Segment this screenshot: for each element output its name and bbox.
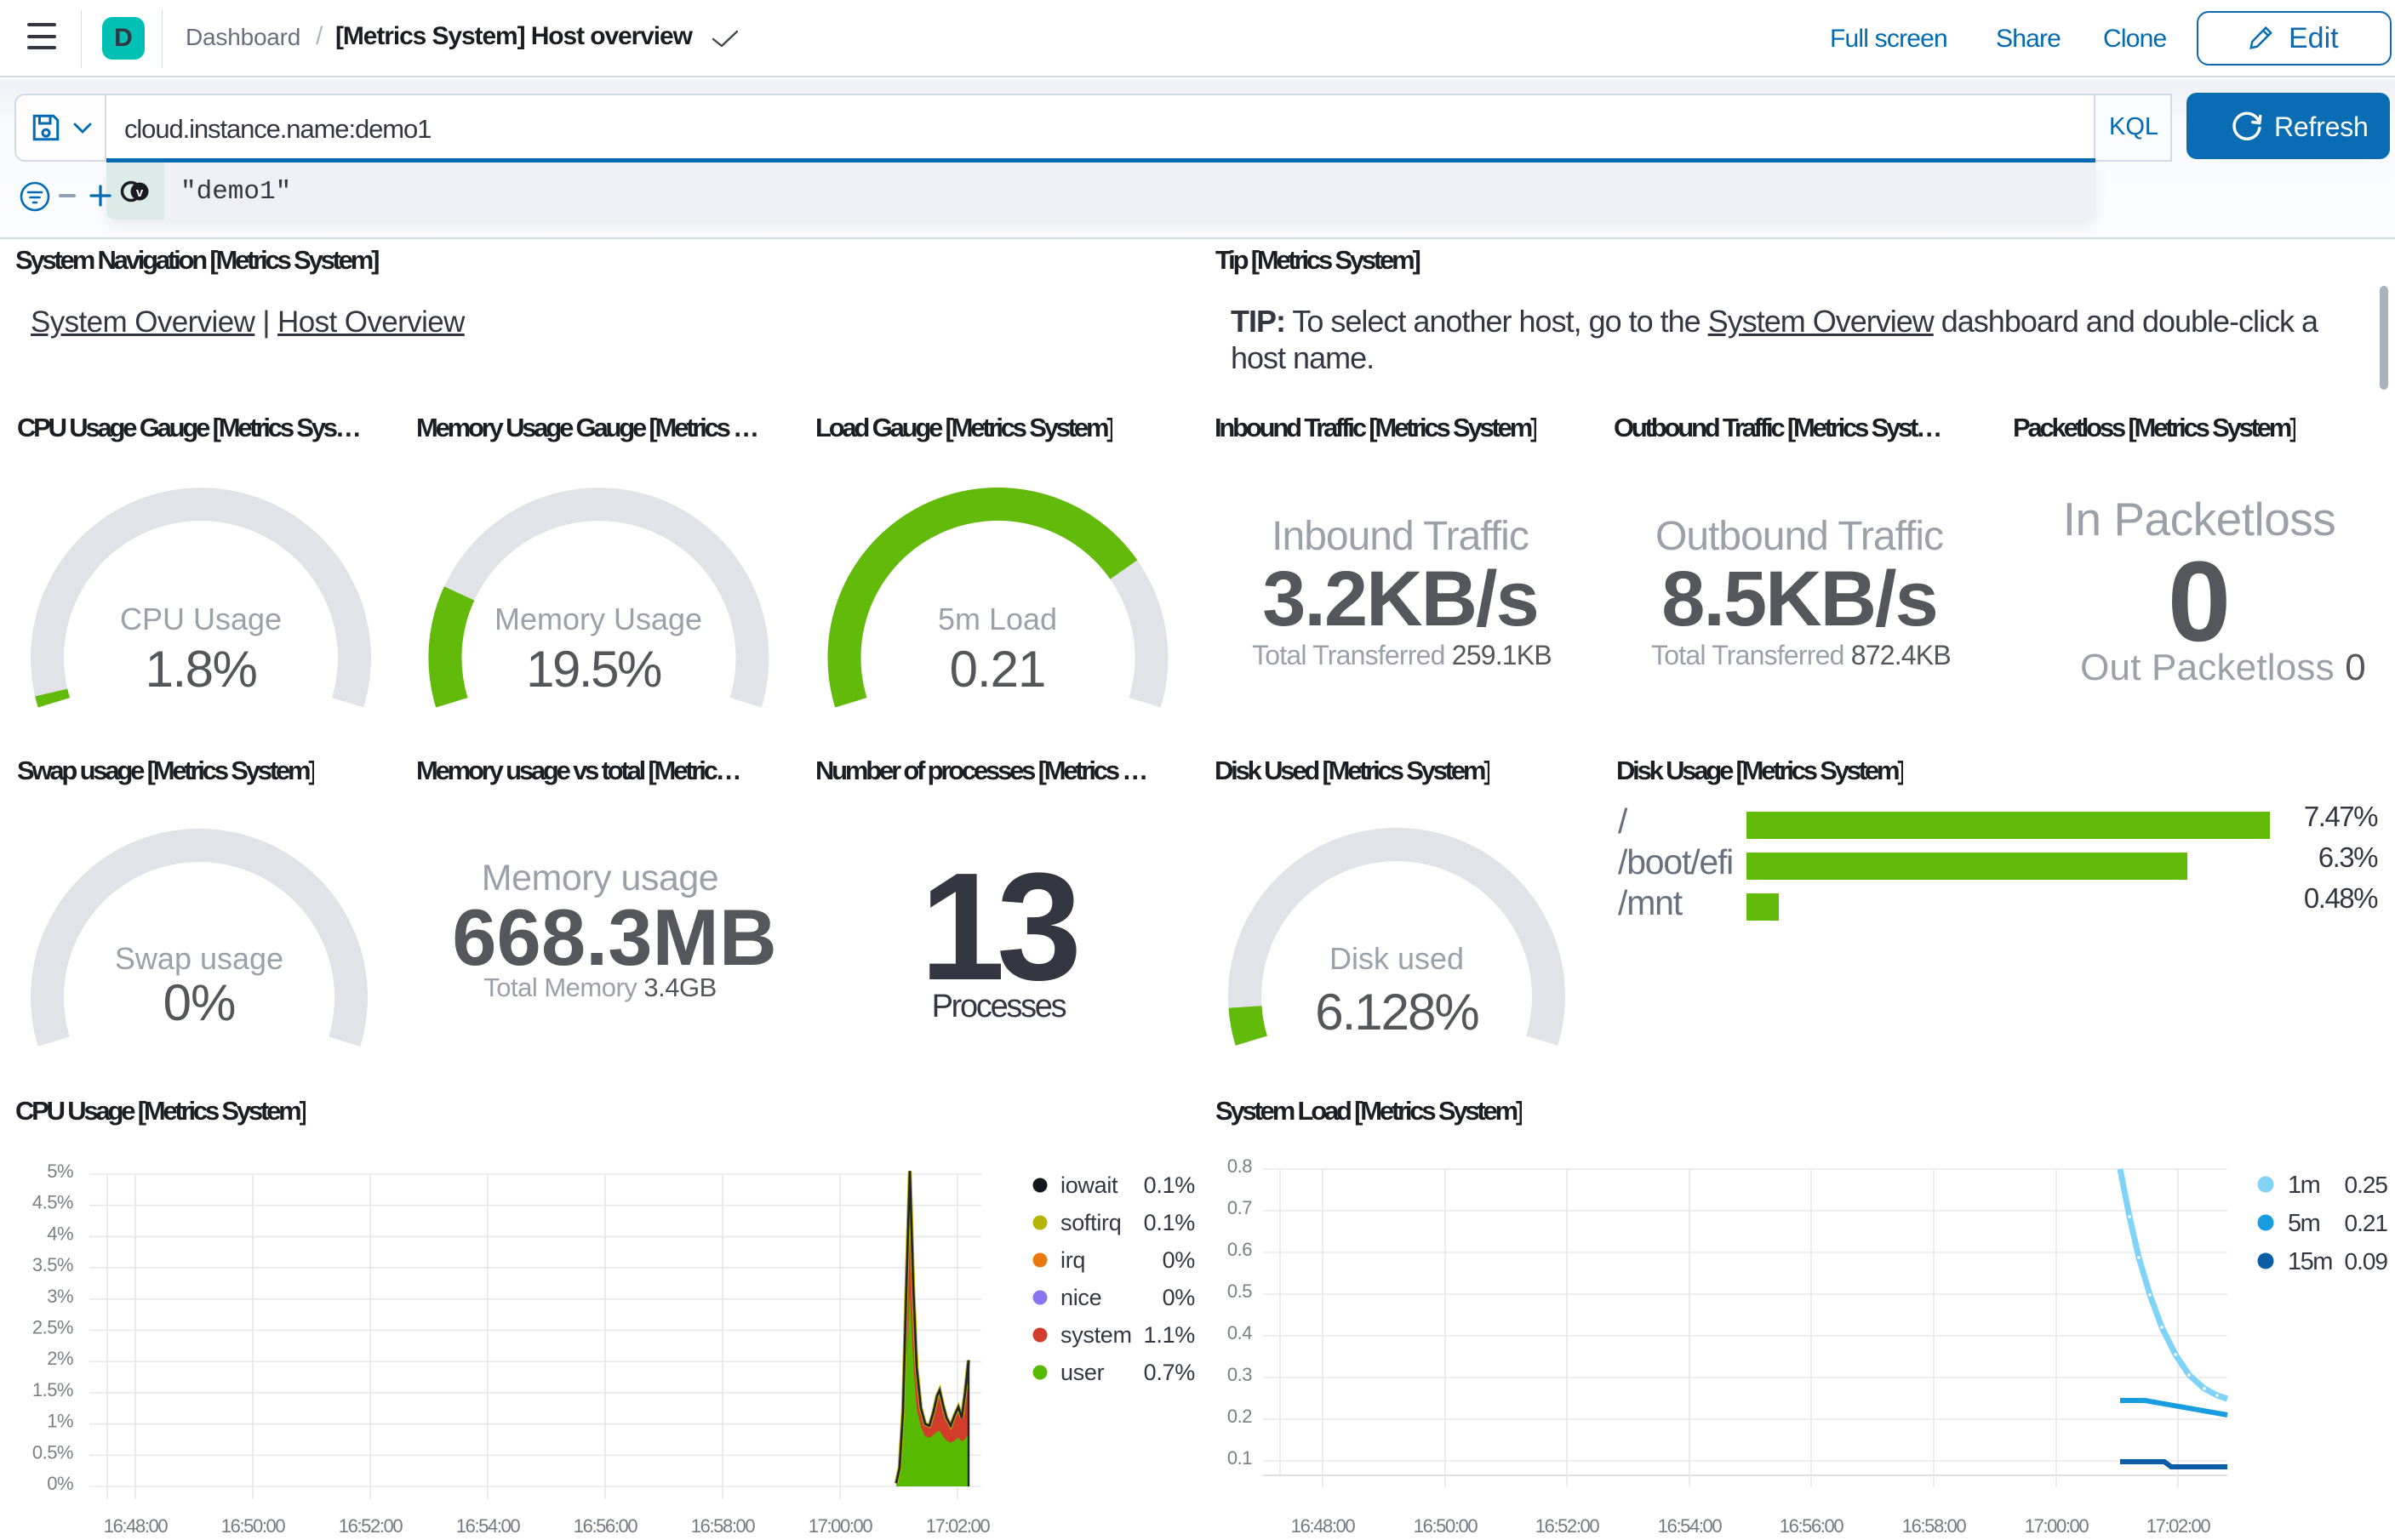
svg-text:16:56:00: 16:56:00 — [574, 1515, 638, 1537]
svg-text:16:48:00: 16:48:00 — [1291, 1515, 1356, 1537]
svg-text:16:50:00: 16:50:00 — [1414, 1515, 1478, 1537]
svg-text:0.4: 0.4 — [1227, 1322, 1252, 1343]
svg-text:0.5: 0.5 — [1227, 1280, 1252, 1302]
svg-text:5m: 5m — [2288, 1210, 2320, 1237]
svg-text:1%: 1% — [47, 1411, 73, 1432]
svg-text:4.5%: 4.5% — [32, 1192, 73, 1213]
svg-text:3%: 3% — [47, 1286, 73, 1307]
svg-text:0.1: 0.1 — [1227, 1447, 1252, 1469]
svg-text:0.2: 0.2 — [1227, 1406, 1252, 1427]
svg-text:16:54:00: 16:54:00 — [1658, 1515, 1723, 1537]
svg-text:iowait: iowait — [1060, 1172, 1118, 1198]
svg-text:16:50:00: 16:50:00 — [221, 1515, 286, 1537]
svg-text:2%: 2% — [47, 1348, 73, 1369]
svg-text:2.5%: 2.5% — [32, 1317, 73, 1338]
svg-text:1.5%: 1.5% — [32, 1379, 73, 1400]
svg-text:1m: 1m — [2288, 1172, 2320, 1199]
svg-text:17:02:00: 17:02:00 — [926, 1515, 991, 1537]
svg-text:irq: irq — [1060, 1247, 1085, 1273]
svg-text:0.09: 0.09 — [2345, 1248, 2388, 1275]
svg-text:0.1%: 0.1% — [1144, 1210, 1196, 1235]
svg-text:nice: nice — [1060, 1285, 1101, 1310]
svg-text:0.25: 0.25 — [2345, 1172, 2388, 1198]
svg-text:17:00:00: 17:00:00 — [809, 1515, 873, 1537]
svg-text:16:58:00: 16:58:00 — [691, 1515, 756, 1537]
svg-text:system: system — [1060, 1322, 1132, 1348]
svg-text:1.1%: 1.1% — [1144, 1322, 1196, 1348]
svg-text:5%: 5% — [47, 1161, 73, 1182]
svg-text:15m: 15m — [2288, 1248, 2332, 1275]
svg-text:0.7: 0.7 — [1227, 1197, 1252, 1218]
svg-text:user: user — [1060, 1360, 1105, 1385]
svg-text:16:52:00: 16:52:00 — [1535, 1515, 1600, 1537]
svg-text:0.3: 0.3 — [1227, 1364, 1252, 1385]
svg-text:16:56:00: 16:56:00 — [1780, 1515, 1844, 1537]
svg-text:16:48:00: 16:48:00 — [104, 1515, 169, 1537]
svg-text:16:54:00: 16:54:00 — [456, 1515, 521, 1537]
svg-text:0%: 0% — [1163, 1285, 1196, 1310]
svg-text:0.5%: 0.5% — [32, 1441, 73, 1463]
svg-text:softirq: softirq — [1060, 1210, 1121, 1235]
svg-text:0.6: 0.6 — [1227, 1239, 1252, 1260]
svg-text:0.21: 0.21 — [2345, 1210, 2388, 1236]
svg-text:0.8: 0.8 — [1227, 1155, 1252, 1177]
svg-text:3.5%: 3.5% — [32, 1254, 73, 1275]
svg-text:4%: 4% — [47, 1223, 73, 1244]
svg-text:16:52:00: 16:52:00 — [339, 1515, 403, 1537]
svg-text:17:00:00: 17:00:00 — [2025, 1515, 2089, 1537]
svg-text:0.1%: 0.1% — [1144, 1172, 1196, 1198]
svg-text:16:58:00: 16:58:00 — [1902, 1515, 1967, 1537]
svg-text:0%: 0% — [47, 1473, 73, 1494]
svg-text:0.7%: 0.7% — [1144, 1360, 1196, 1385]
svg-text:0%: 0% — [1163, 1247, 1196, 1273]
svg-text:17:02:00: 17:02:00 — [2146, 1515, 2211, 1537]
